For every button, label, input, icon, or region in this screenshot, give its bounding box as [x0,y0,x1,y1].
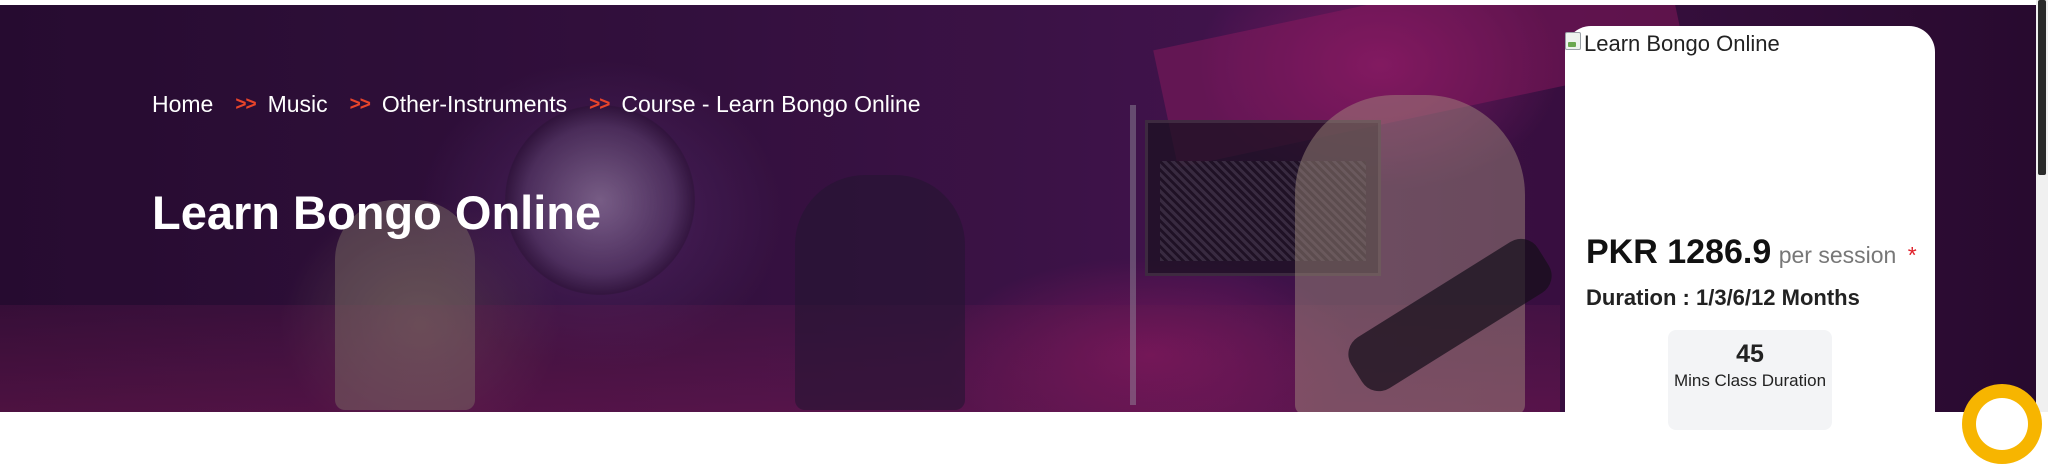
class-duration-stat: 45 Mins Class Duration [1668,330,1832,430]
chat-widget-inner [1976,398,2028,450]
breadcrumb: Home >> Music >> Other-Instruments >> Co… [152,91,921,118]
price-row: PKR 1286.9 per session * [1586,233,1917,272]
course-image-alt-text: Learn Bongo Online [1584,31,1780,56]
price-unit: per session [1778,242,1897,268]
breadcrumb-separator: >> [349,93,371,115]
course-price: PKR 1286.9 [1586,233,1772,271]
course-image: Learn Bongo Online [1565,26,1935,211]
breadcrumb-home[interactable]: Home [152,91,213,118]
course-duration: Duration : 1/3/6/12 Months [1586,285,1860,310]
class-duration-label: Mins Class Duration [1673,371,1827,390]
scrollbar-thumb[interactable] [2038,0,2046,175]
breadcrumb-other-instruments[interactable]: Other-Instruments [382,91,567,118]
page-title: Learn Bongo Online [152,186,602,239]
breadcrumb-separator: >> [235,93,256,115]
course-card: Learn Bongo Online PKR 1286.9 per sessio… [1565,26,1935,430]
chat-widget-icon[interactable] [1962,384,2042,464]
broken-image-icon [1565,32,1581,50]
breadcrumb-music[interactable]: Music [268,91,328,118]
required-asterisk: * [1907,242,1917,268]
breadcrumb-separator: >> [589,93,610,115]
breadcrumb-current-course: Course - Learn Bongo Online [621,91,921,117]
class-duration-value: 45 [1736,340,1764,368]
